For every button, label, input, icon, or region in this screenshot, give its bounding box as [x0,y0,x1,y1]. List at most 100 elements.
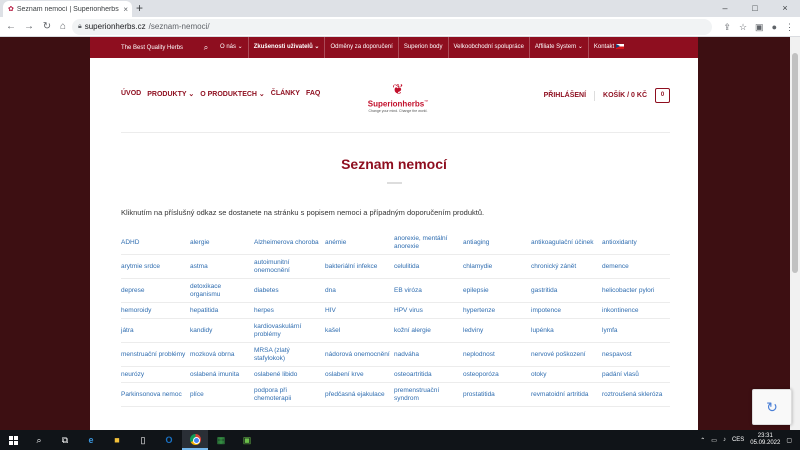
disease-link[interactable]: nadváha [394,351,463,359]
nav-produkty[interactable]: PRODUKTY ⌄ [147,90,194,98]
minimize-button[interactable]: – [710,0,740,17]
disease-link[interactable]: menstruační problémy [121,351,190,359]
disease-link[interactable]: chronický zánět [531,263,602,271]
disease-link[interactable]: celulitida [394,263,463,271]
search-icon[interactable]: ⌕ [197,43,215,53]
disease-link[interactable]: nádorová onemocnění [325,351,394,359]
scrollbar-thumb[interactable] [792,53,798,273]
top-nav-kontakt[interactable]: Kontakt [587,37,629,58]
top-nav-odmeny[interactable]: Odměny za doporučení [324,37,397,58]
disease-link[interactable]: neurózy [121,371,190,379]
top-nav-o-nas[interactable]: O nás ⌄ [215,37,248,58]
disease-link[interactable]: epilepsie [463,287,531,295]
disease-link[interactable]: EB viróza [394,287,463,295]
disease-link[interactable]: oslabené libido [254,371,325,379]
network-icon[interactable]: ▭ [711,437,717,444]
nav-uvod[interactable]: ÚVOD [121,90,141,98]
disease-link[interactable]: gastritida [531,287,602,295]
top-nav-affiliate[interactable]: Affiliate System ⌄ [528,37,588,58]
disease-link[interactable]: detoxikace organismu [190,283,254,299]
start-button[interactable] [0,430,26,450]
disease-link[interactable]: roztroušená skleróza [602,391,670,399]
disease-link[interactable]: anémie [325,239,394,247]
disease-link[interactable]: chlamydie [463,263,531,271]
nav-clanky[interactable]: ČLÁNKY [271,90,300,98]
disease-link[interactable]: inkontinence [602,307,670,315]
task-view-icon[interactable]: ⧉ [52,430,78,450]
close-window-button[interactable]: × [770,0,800,17]
disease-link[interactable]: helicobacter pylori [602,287,670,295]
disease-link[interactable]: hepatitida [190,307,254,315]
disease-link[interactable]: mozková obrna [190,351,254,359]
disease-link[interactable]: osteoartritida [394,371,463,379]
new-tab-button[interactable]: + [136,1,143,15]
disease-link[interactable]: MRSA (zlatý stafylokok) [254,347,325,363]
disease-link[interactable]: bakteriální infekce [325,263,394,271]
login-link[interactable]: PŘIHLÁŠENÍ [544,92,586,99]
home-icon[interactable]: ⌂ [56,19,70,35]
document-icon[interactable]: ▯ [130,430,156,450]
top-nav-zkusenosti[interactable]: Zkušenosti uživatelů ⌄ [247,37,325,58]
disease-link[interactable]: arytmie srdce [121,263,190,271]
search-icon[interactable]: ⌕ [26,430,52,450]
disease-link[interactable]: antioxidanty [602,239,670,247]
disease-link[interactable]: prostatitida [463,391,531,399]
disease-link[interactable]: játra [121,327,190,335]
disease-link[interactable]: HPV virus [394,307,463,315]
chevron-up-icon[interactable]: ⌃ [700,437,705,444]
forward-icon[interactable]: → [22,19,36,35]
disease-link[interactable]: autoimunitní onemocnění [254,259,325,275]
disease-link[interactable]: kandidy [190,327,254,335]
volume-icon[interactable]: ♪ [723,437,726,443]
disease-link[interactable]: deprese [121,287,190,295]
disease-link[interactable]: plíce [190,391,254,399]
recaptcha-badge[interactable]: ↻ [752,389,792,425]
cart-link[interactable]: KOŠÍK / 0 KČ [603,92,647,99]
disease-link[interactable]: lymfa [602,327,670,335]
edge-icon[interactable]: e [78,430,104,450]
clock[interactable]: 23:31 05.09.2022 [750,433,780,447]
disease-link[interactable]: lupénka [531,327,602,335]
disease-link[interactable]: hemoroidy [121,307,190,315]
disease-link[interactable]: Parkinsonova nemoc [121,391,190,399]
tab-close-icon[interactable]: × [123,5,132,14]
disease-link[interactable]: HIV [325,307,394,315]
page-scrollbar[interactable] [790,37,800,430]
disease-link[interactable]: kardiovaskulární problémy [254,323,325,339]
app-window-icon[interactable]: ▣ [234,430,260,450]
cart-count-badge[interactable]: 0 [655,88,670,103]
disease-link[interactable]: padání vlasů [602,371,670,379]
disease-link[interactable]: impotence [531,307,602,315]
disease-link[interactable]: neplodnost [463,351,531,359]
disease-link[interactable]: ledviny [463,327,531,335]
disease-link[interactable]: kašel [325,327,394,335]
profile-icon[interactable]: ● [772,19,777,35]
share-icon[interactable]: ⇪ [723,19,731,35]
side-panel-icon[interactable]: ▣ [755,19,764,35]
site-logo[interactable]: ❦ Superionherbs™ Change your mind. Chang… [358,81,438,119]
keyboard-language[interactable]: CES [732,437,744,443]
disease-link[interactable]: dna [325,287,394,295]
file-explorer-icon[interactable]: ■ [104,430,130,450]
disease-link[interactable]: kožní alergie [394,327,463,335]
disease-link[interactable]: Alzheimerova choroba [254,239,325,247]
disease-link[interactable]: předčasná ejakulace [325,391,394,399]
disease-link[interactable]: oslabení krve [325,371,394,379]
disease-link[interactable]: ADHD [121,239,190,247]
nav-faq[interactable]: FAQ [306,90,320,98]
menu-icon[interactable]: ⋮ [785,19,794,35]
disease-link[interactable]: osteoporóza [463,371,531,379]
disease-link[interactable]: otoky [531,371,602,379]
bookmark-star-icon[interactable]: ☆ [739,19,747,35]
chrome-taskbar-icon[interactable] [182,430,208,450]
spreadsheet-app-icon[interactable]: ▦ [208,430,234,450]
nav-o-produktech[interactable]: O PRODUKTECH ⌄ [200,90,265,98]
maximize-button[interactable]: □ [740,0,770,17]
disease-link[interactable]: alergie [190,239,254,247]
notifications-icon[interactable]: ▢ [786,437,792,444]
disease-link[interactable]: nervové poškození [531,351,602,359]
disease-link[interactable]: demence [602,263,670,271]
disease-link[interactable]: hypertenze [463,307,531,315]
disease-link[interactable]: oslabená imunita [190,371,254,379]
disease-link[interactable]: antiaging [463,239,531,247]
